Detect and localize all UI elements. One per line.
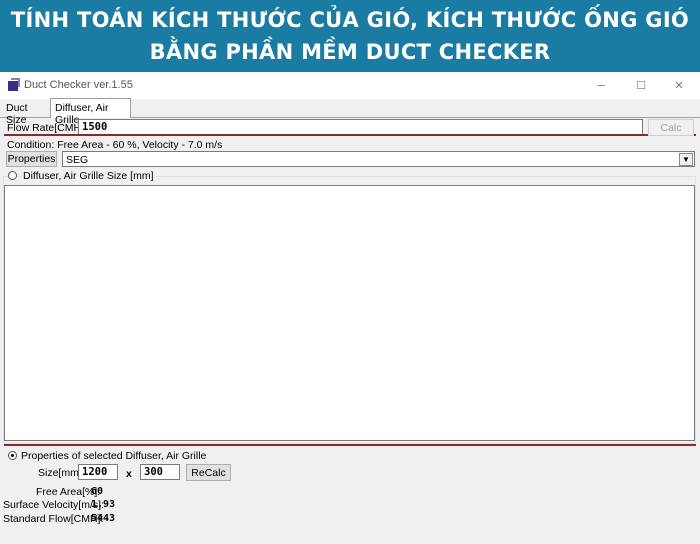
banner-title-line1: TÍNH TOÁN KÍCH THƯỚC CỦA GIÓ, KÍCH THƯỚC… [10,8,690,32]
free-area-value: 60 [91,486,104,497]
window-titlebar[interactable]: Duct Checker ver.1.55 ─ ☐ ✕ [0,72,700,99]
minimize-icon: ─ [597,79,605,92]
type-select-value: SEG [66,154,89,166]
type-select[interactable]: SEG ▼ [62,151,695,167]
tab-duct-size[interactable]: Duct Size [2,100,50,126]
size-list[interactable] [4,185,695,441]
standard-flow-value: 5443 [91,513,116,524]
recalc-button[interactable]: ReCalc [186,464,231,481]
surface-velocity-label: Surface Velocity[m/s]: [3,499,104,511]
size-width-input[interactable]: 1200 [78,464,118,480]
selected-properties-label: Properties of selected Diffuser, Air Gri… [21,450,207,462]
tab-diffuser-air-grille[interactable]: Diffuser, Air Grille [50,98,131,126]
properties-button[interactable]: Properties [6,151,57,167]
chevron-down-icon[interactable]: ▼ [679,153,693,166]
flow-rate-label: Flow Rate[CMH]: [7,122,87,134]
close-button[interactable]: ✕ [656,72,700,99]
header-banner: TÍNH TOÁN KÍCH THƯỚC CỦA GIÓ, KÍCH THƯỚC… [0,0,700,72]
maximize-icon: ☐ [636,80,646,92]
condition-text: Condition: Free Area - 60 %, Velocity - … [7,139,223,151]
banner-title-line2: BẰNG PHẦN MỀM DUCT CHECKER [149,40,551,64]
window-title: Duct Checker ver.1.55 [24,79,133,91]
divider-line [4,134,696,136]
surface-velocity-value: 1.93 [91,499,116,510]
size-height-input[interactable]: 300 [140,464,180,480]
size-group-label: Diffuser, Air Grille Size [mm] [21,170,156,182]
app-icon [8,78,20,91]
flow-rate-input[interactable]: 1500 [78,119,643,135]
calc-button[interactable]: Calc [648,119,694,136]
close-icon: ✕ [674,80,684,92]
selected-properties-radio[interactable] [8,451,17,460]
standard-flow-label: Standard Flow[CMH]: [3,513,104,525]
divider-line [4,444,696,446]
size-list-radio[interactable] [8,171,17,180]
times-label: x [126,468,132,480]
